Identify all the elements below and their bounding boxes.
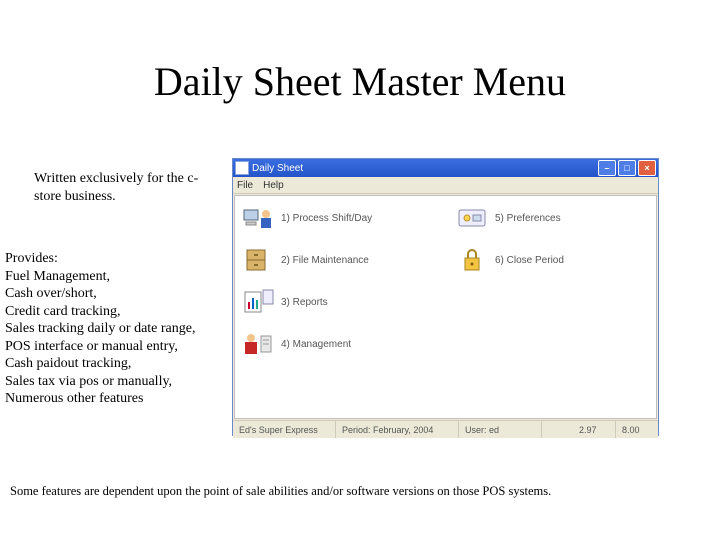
file-cabinet-icon: [241, 246, 275, 274]
management-icon: [241, 330, 275, 358]
menu-file[interactable]: File: [237, 180, 253, 191]
close-button[interactable]: ×: [638, 160, 656, 176]
menu-process-shift[interactable]: 1) Process Shift/Day: [241, 204, 372, 232]
menu-management[interactable]: 4) Management: [241, 330, 351, 358]
feature-item: Fuel Management,: [5, 269, 110, 284]
features-block: Provides: Fuel Management, Cash over/sho…: [5, 250, 225, 408]
menu-label: 4) Management: [281, 339, 351, 350]
client-area: 1) Process Shift/Day 2) File Maintenance…: [234, 195, 657, 419]
computer-user-icon: [241, 204, 275, 232]
menu-label: 6) Close Period: [495, 255, 564, 266]
preferences-icon: [455, 204, 489, 232]
maximize-button[interactable]: □: [618, 160, 636, 176]
feature-item: POS interface or manual entry,: [5, 339, 178, 354]
app-icon: [235, 161, 249, 175]
menu-label: 2) File Maintenance: [281, 255, 369, 266]
menu-help[interactable]: Help: [263, 180, 284, 191]
menu-reports[interactable]: 3) Reports: [241, 288, 328, 316]
footnote-text: Some features are dependent upon the poi…: [10, 484, 551, 499]
status-period: Period: February, 2004: [336, 421, 459, 438]
menu-preferences[interactable]: 5) Preferences: [455, 204, 561, 232]
window-title: Daily Sheet: [252, 163, 596, 174]
status-ver1: 2.97: [573, 421, 616, 438]
status-user: User: ed: [459, 421, 542, 438]
status-store: Ed's Super Express: [233, 421, 336, 438]
reports-icon: [241, 288, 275, 316]
menu-close-period[interactable]: 6) Close Period: [455, 246, 564, 274]
feature-item: Credit card tracking,: [5, 304, 120, 319]
feature-item: Cash paidout tracking,: [5, 356, 131, 371]
page-title: Daily Sheet Master Menu: [0, 58, 720, 105]
feature-item: Cash over/short,: [5, 286, 97, 301]
menu-label: 1) Process Shift/Day: [281, 213, 372, 224]
menu-label: 3) Reports: [281, 297, 328, 308]
statusbar: Ed's Super Express Period: February, 200…: [233, 420, 658, 438]
app-window: Daily Sheet – □ × File Help 1) Process S…: [232, 158, 659, 436]
menu-file-maintenance[interactable]: 2) File Maintenance: [241, 246, 369, 274]
minimize-button[interactable]: –: [598, 160, 616, 176]
tagline-text: Written exclusively for the c-store busi…: [34, 170, 214, 205]
feature-item: Numerous other features: [5, 391, 143, 406]
feature-item: Sales tax via pos or manually,: [5, 374, 172, 389]
menu-label: 5) Preferences: [495, 213, 561, 224]
titlebar: Daily Sheet – □ ×: [233, 159, 658, 177]
menubar: File Help: [233, 177, 658, 194]
features-header: Provides:: [5, 250, 225, 268]
feature-item: Sales tracking daily or date range,: [5, 321, 195, 336]
status-ver2: 8.00: [616, 421, 658, 438]
lock-icon: [455, 246, 489, 274]
